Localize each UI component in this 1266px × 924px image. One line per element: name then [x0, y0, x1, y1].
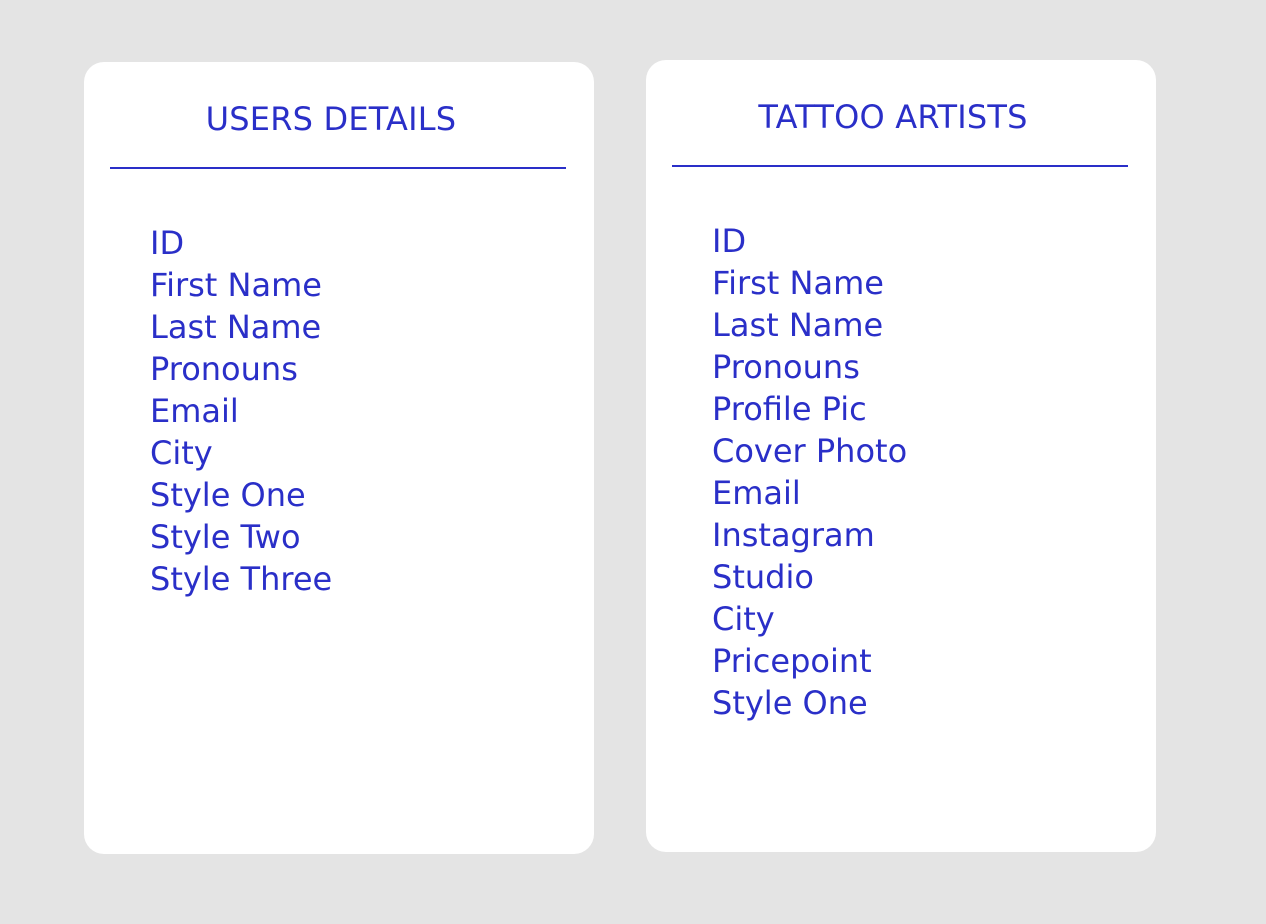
field-item: Style One — [150, 476, 306, 514]
field-item: First Name — [712, 264, 884, 302]
field-item: First Name — [150, 266, 322, 304]
field-item: Email — [150, 392, 239, 430]
tattoo-artists-title: TATTOO ARTISTS — [758, 98, 1028, 136]
field-item: Studio — [712, 558, 814, 596]
field-item: ID — [150, 224, 185, 262]
field-item: City — [150, 434, 213, 472]
field-item: Last Name — [150, 308, 322, 346]
field-item: Pronouns — [712, 348, 860, 386]
users-details-field-list: ID First Name Last Name Pronouns Email C… — [150, 222, 332, 600]
tattoo-artists-field-list: ID First Name Last Name Pronouns Profile… — [712, 220, 907, 724]
field-item: Style Two — [150, 518, 301, 556]
field-item: Instagram — [712, 516, 875, 554]
users-details-divider — [110, 167, 566, 169]
field-item: City — [712, 600, 775, 638]
field-item: Profile Pic — [712, 390, 867, 428]
users-details-card: USERS DETAILS ID First Name Last Name Pr… — [84, 62, 594, 854]
field-item: ID — [712, 222, 747, 260]
field-item: Pricepoint — [712, 642, 872, 680]
field-item: Email — [712, 474, 801, 512]
tattoo-artists-divider — [672, 165, 1128, 167]
field-item: Last Name — [712, 306, 884, 344]
field-item: Style Three — [150, 560, 333, 598]
users-details-title: USERS DETAILS — [205, 100, 457, 138]
field-item: Style One — [712, 684, 868, 722]
field-item: Cover Photo — [712, 432, 908, 470]
field-item: Pronouns — [150, 350, 298, 388]
tattoo-artists-card: TATTOO ARTISTS ID First Name Last Name P… — [646, 60, 1156, 852]
